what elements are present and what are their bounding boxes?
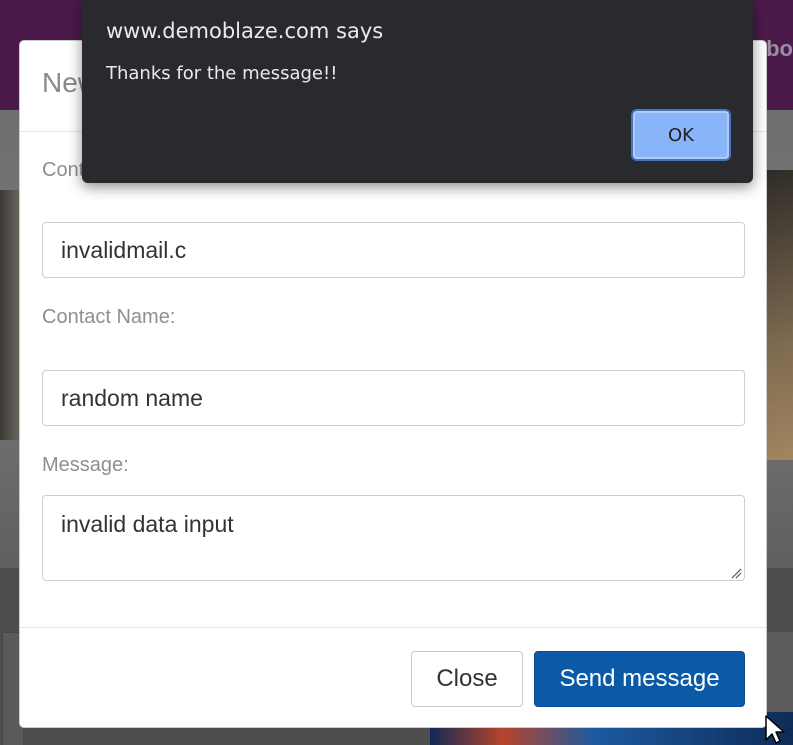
background-laptop-image-right	[767, 170, 793, 460]
alert-title: www.demoblaze.com says	[106, 19, 384, 43]
navbar-brand-fragment: bo	[766, 36, 793, 61]
modal-footer: Close Send message	[20, 627, 766, 728]
browser-alert-dialog: www.demoblaze.com says Thanks for the me…	[82, 0, 753, 183]
alert-message: Thanks for the message!!	[106, 63, 338, 84]
message-label: Message:	[42, 454, 129, 476]
close-button[interactable]: Close	[411, 651, 523, 707]
contact-email-input[interactable]	[42, 222, 745, 278]
contact-name-label: Contact Name:	[42, 306, 176, 328]
send-message-button[interactable]: Send message	[534, 651, 745, 707]
mouse-pointer-icon	[765, 715, 785, 744]
resize-grip-icon[interactable]	[730, 567, 742, 579]
message-textarea[interactable]: invalid data input	[42, 495, 745, 581]
background-laptop-image	[0, 190, 20, 440]
contact-name-input[interactable]	[42, 370, 745, 426]
alert-ok-button[interactable]: OK	[633, 111, 729, 159]
